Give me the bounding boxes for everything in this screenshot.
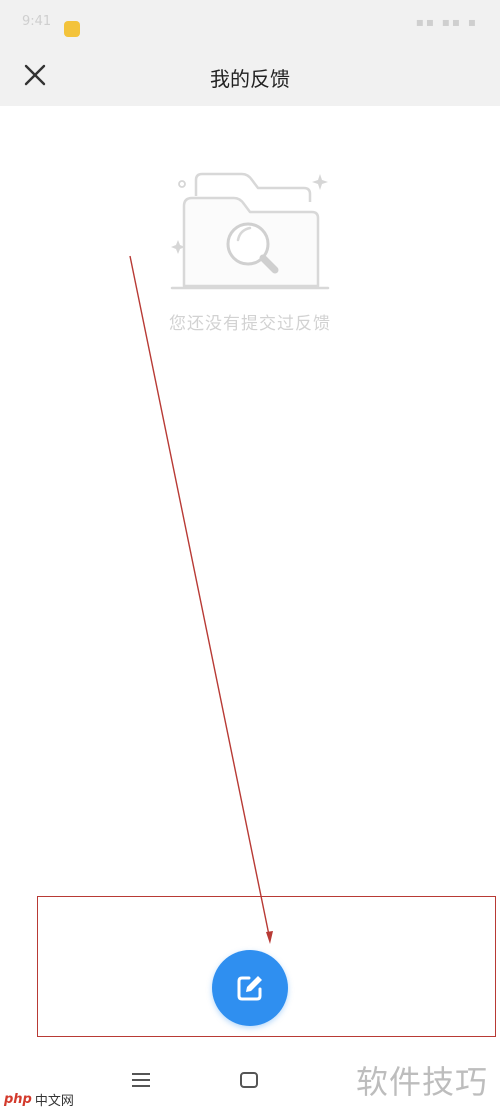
menu-icon[interactable] <box>130 1070 152 1090</box>
watermark-text: 软件技巧 <box>356 1063 489 1101</box>
edit-icon <box>237 976 262 1001</box>
watermark-php: php 中文网 <box>4 1090 74 1109</box>
php-logo: php <box>4 1092 32 1107</box>
new-feedback-button[interactable] <box>212 950 288 1026</box>
watermark-left-text: 中文网 <box>34 1094 74 1109</box>
home-icon[interactable] <box>239 1071 259 1089</box>
